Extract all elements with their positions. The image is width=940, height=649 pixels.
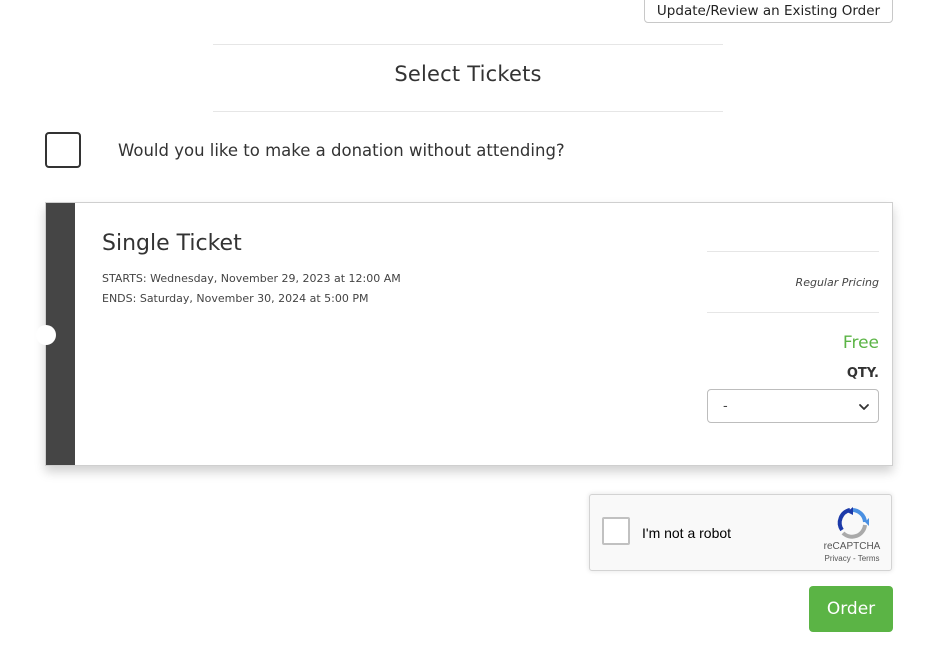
ticket-card: Single Ticket STARTS: Wednesday, Novembe… (36, 202, 893, 466)
qty-selected-value: - (723, 399, 728, 414)
qty-select[interactable]: - (707, 389, 879, 423)
recaptcha-privacy-link[interactable]: Privacy (825, 554, 851, 563)
recaptcha-link-separator: - (850, 554, 858, 563)
ticket-card-stripe (36, 203, 75, 465)
chevron-down-icon (859, 404, 869, 410)
pricing-label: Regular Pricing (795, 276, 879, 289)
recaptcha-links: Privacy - Terms (814, 554, 890, 563)
qty-label: QTY. (846, 366, 879, 381)
order-button[interactable]: Order (809, 586, 893, 632)
recaptcha-checkbox[interactable] (602, 517, 630, 545)
divider-bottom (213, 111, 723, 112)
donation-label: Would you like to make a donation withou… (118, 141, 565, 160)
recaptcha-logo-icon (837, 507, 869, 539)
ticket-name: Single Ticket (102, 231, 242, 256)
section-title: Select Tickets (394, 62, 542, 86)
update-existing-order-button[interactable]: Update/Review an Existing Order (644, 0, 893, 23)
ticket-end-date: ENDS: Saturday, November 30, 2024 at 5:0… (102, 292, 369, 305)
ticket-start-date: STARTS: Wednesday, November 29, 2023 at … (102, 272, 401, 285)
donation-checkbox[interactable] (45, 132, 81, 168)
price-divider-bottom (707, 312, 879, 313)
recaptcha-label: I'm not a robot (642, 525, 732, 541)
recaptcha-brand: reCAPTCHA (823, 541, 881, 552)
ticket-price: Free (842, 333, 879, 353)
price-divider-top (707, 251, 879, 252)
ticket-notch (36, 325, 56, 345)
recaptcha-terms-link[interactable]: Terms (858, 554, 880, 563)
divider-top (213, 44, 723, 45)
recaptcha-widget: I'm not a robot reCAPTCHA Privacy - Term… (589, 494, 892, 571)
